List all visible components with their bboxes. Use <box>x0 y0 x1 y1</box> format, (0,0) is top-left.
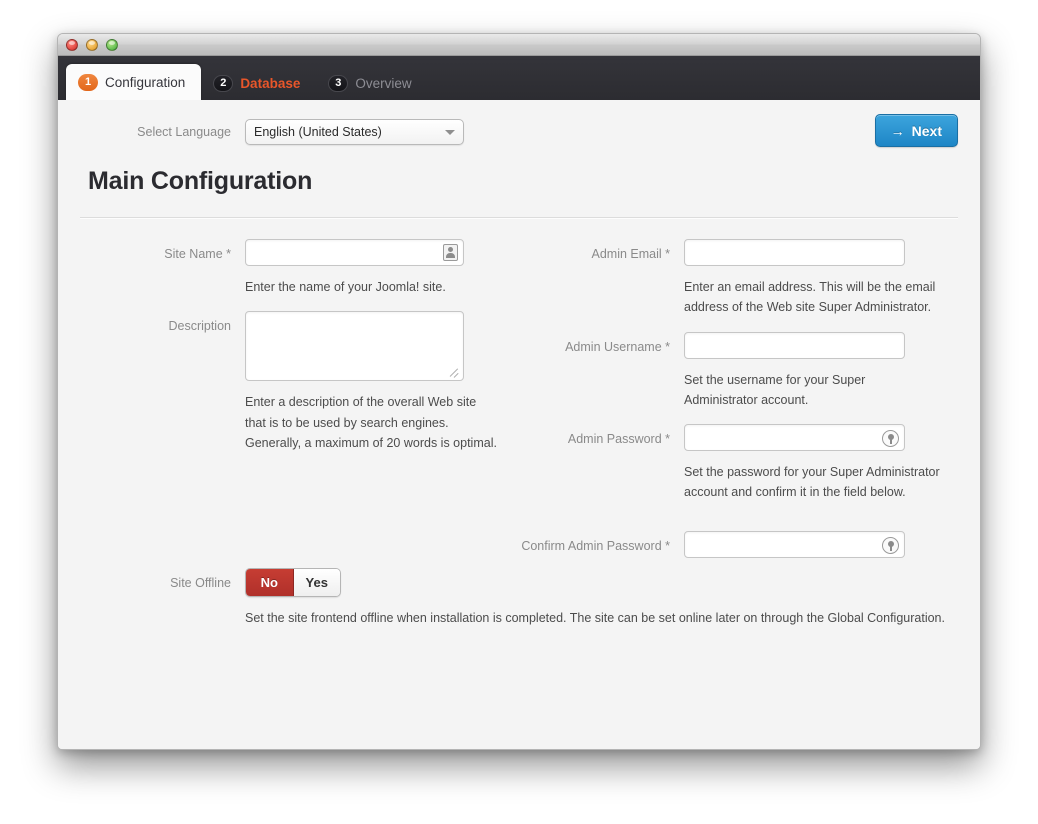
field-confirm-admin-password: Confirm Admin Password * <box>519 531 958 558</box>
admin-password-label: Admin Password * <box>519 424 684 449</box>
admin-email-input[interactable] <box>684 239 905 266</box>
step-number-badge-2: 2 <box>213 75 233 92</box>
admin-username-input[interactable] <box>684 332 905 359</box>
configuration-form: Site Name * Enter the name of your Jooml… <box>80 219 958 558</box>
tab-database[interactable]: 2 Database <box>201 66 316 100</box>
admin-password-help: Set the password for your Super Administ… <box>684 451 940 517</box>
autofill-contact-icon[interactable] <box>443 244 458 261</box>
admin-email-label: Admin Email * <box>519 239 684 264</box>
site-name-label: Site Name * <box>80 239 245 264</box>
installer-content: Select Language English (United States) … <box>58 100 980 749</box>
description-label: Description <box>80 311 245 336</box>
admin-email-help: Enter an email address. This will be the… <box>684 266 940 332</box>
page-title: Main Configuration <box>88 167 958 196</box>
step-number-badge-1: 1 <box>78 74 98 91</box>
site-offline-option-yes[interactable]: Yes <box>294 569 341 596</box>
site-name-help: Enter the name of your Joomla! site. <box>245 266 497 311</box>
site-offline-toggle-group[interactable]: No Yes <box>245 568 341 597</box>
language-select[interactable]: English (United States) <box>245 119 464 145</box>
tab-database-label: Database <box>240 76 300 91</box>
close-window-button[interactable] <box>66 39 78 51</box>
confirm-admin-password-input[interactable] <box>684 531 905 558</box>
next-button-label: Next <box>912 123 942 139</box>
site-name-input[interactable] <box>245 239 464 266</box>
maximize-window-button[interactable] <box>106 39 118 51</box>
description-textarea[interactable] <box>245 311 464 381</box>
site-offline-option-no[interactable]: No <box>246 569 294 596</box>
next-button[interactable]: → Next <box>875 114 958 147</box>
description-help-row: Enter a description of the overall Web s… <box>80 381 519 467</box>
language-select-value: English (United States) <box>254 125 445 139</box>
minimize-window-button[interactable] <box>86 39 98 51</box>
admin-username-help-row: Set the username for your Super Administ… <box>519 359 958 425</box>
help-gutter <box>519 359 684 365</box>
site-offline-label: Site Offline <box>80 568 245 593</box>
tab-configuration-label: Configuration <box>105 75 185 90</box>
arrow-right-icon: → <box>891 124 905 138</box>
admin-password-input[interactable] <box>684 424 905 451</box>
admin-password-help-row: Set the password for your Super Administ… <box>519 451 958 517</box>
help-gutter <box>80 381 245 387</box>
field-site-offline: Site Offline No Yes Set the site fronten… <box>80 558 958 628</box>
site-offline-help: Set the site frontend offline when insta… <box>245 597 961 628</box>
field-admin-password: Admin Password * <box>519 424 958 451</box>
keychain-password-icon[interactable] <box>882 430 899 447</box>
chevron-down-icon <box>445 130 455 135</box>
form-right-column: Admin Email * Enter an email address. Th… <box>519 239 958 558</box>
form-left-column: Site Name * Enter the name of your Jooml… <box>80 239 519 558</box>
admin-username-help: Set the username for your Super Administ… <box>684 359 940 425</box>
select-language-label: Select Language <box>80 125 245 139</box>
help-gutter <box>80 266 245 272</box>
field-admin-username: Admin Username * <box>519 332 958 359</box>
help-gutter <box>519 451 684 457</box>
tab-configuration[interactable]: 1 Configuration <box>66 64 201 100</box>
description-help: Enter a description of the overall Web s… <box>245 381 497 467</box>
language-toolbar: Select Language English (United States) … <box>80 100 958 145</box>
window-titlebar <box>58 34 980 56</box>
installer-step-tabs: 1 Configuration 2 Database 3 Overview <box>58 56 980 100</box>
keychain-password-icon[interactable] <box>882 537 899 554</box>
help-gutter <box>519 266 684 272</box>
field-admin-email: Admin Email * <box>519 239 958 266</box>
field-description: Description <box>80 311 519 381</box>
browser-window: 1 Configuration 2 Database 3 Overview Se… <box>57 33 981 750</box>
admin-username-label: Admin Username * <box>519 332 684 357</box>
step-number-badge-3: 3 <box>328 75 348 92</box>
tab-overview[interactable]: 3 Overview <box>316 66 427 100</box>
confirm-admin-password-label: Confirm Admin Password * <box>519 531 684 556</box>
resize-handle-icon[interactable] <box>451 368 461 378</box>
admin-email-help-row: Enter an email address. This will be the… <box>519 266 958 332</box>
field-site-name: Site Name * <box>80 239 519 266</box>
site-name-help-row: Enter the name of your Joomla! site. <box>80 266 519 311</box>
tab-overview-label: Overview <box>355 76 411 91</box>
spacer <box>519 517 958 531</box>
